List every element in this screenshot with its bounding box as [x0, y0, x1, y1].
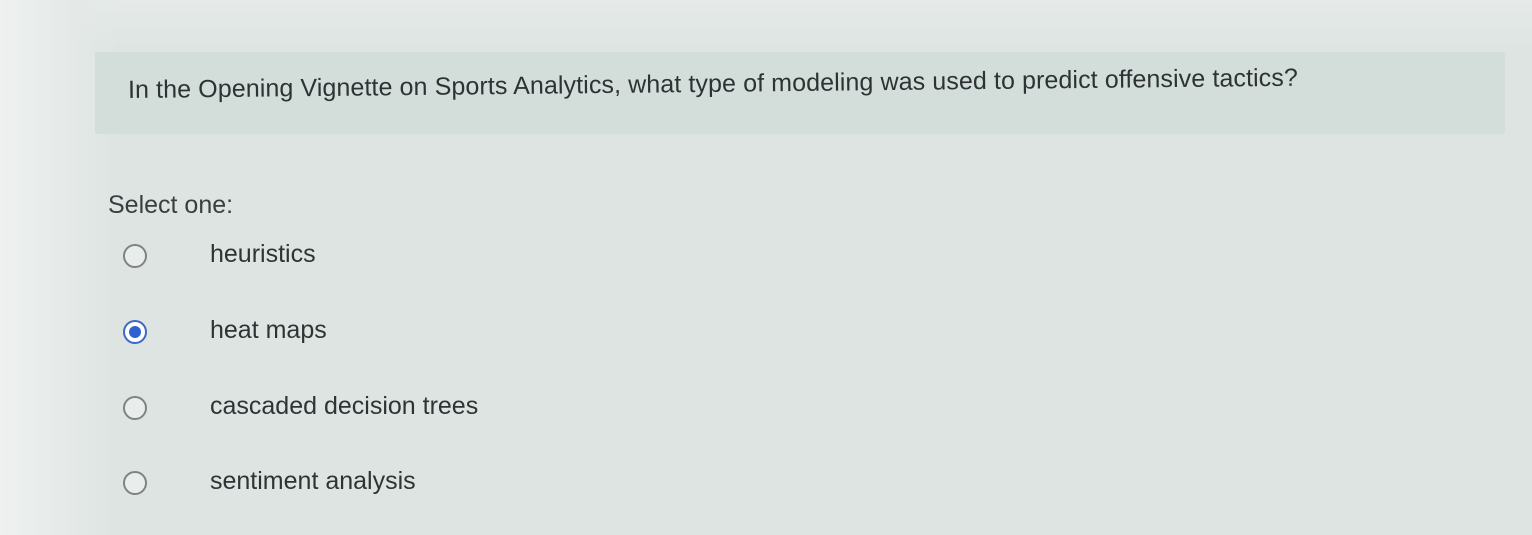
answer-label[interactable]: sentiment analysis — [210, 467, 416, 496]
answer-label[interactable]: heat maps — [210, 316, 327, 345]
radio-button[interactable] — [123, 471, 147, 495]
radio-button[interactable] — [123, 244, 147, 268]
screen-glare-top — [0, 0, 1532, 50]
answer-option-cascaded-decision-trees[interactable]: cascaded decision trees — [118, 389, 618, 429]
answer-option-sentiment-analysis[interactable]: sentiment analysis — [118, 464, 618, 504]
radio-button-selected[interactable] — [123, 320, 147, 344]
answer-label[interactable]: cascaded decision trees — [210, 392, 478, 421]
answer-option-heat-maps[interactable]: heat maps — [118, 313, 618, 353]
select-one-label: Select one: — [108, 191, 234, 219]
answer-option-heuristics[interactable]: heuristics — [118, 237, 618, 277]
radio-button[interactable] — [123, 396, 147, 420]
answer-label[interactable]: heuristics — [210, 240, 316, 269]
